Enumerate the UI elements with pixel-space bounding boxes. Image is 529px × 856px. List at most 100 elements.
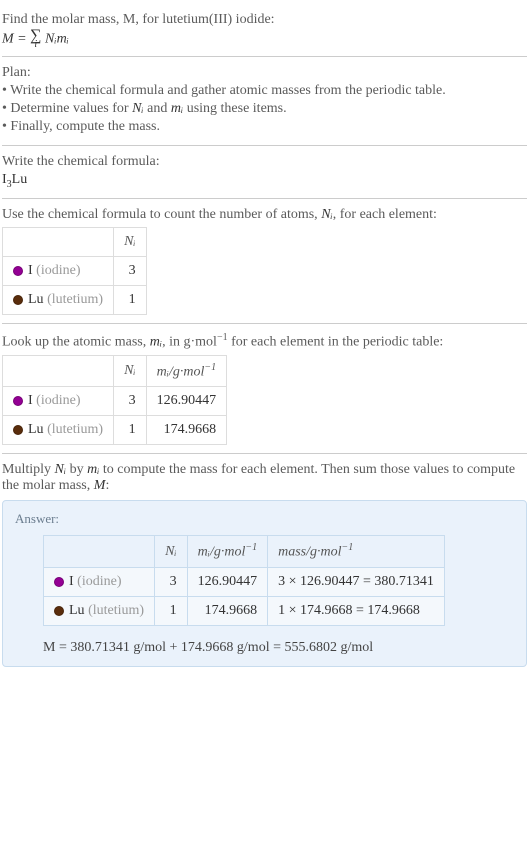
plan-b2-mi: mᵢ xyxy=(171,101,183,116)
write-formula-section: Write the chemical formula: I3Lu xyxy=(2,146,527,199)
plan-b2-pre: • Determine values for xyxy=(2,101,132,116)
ca-pre: Use the chemical formula to count the nu… xyxy=(2,207,321,222)
table-row: Lu (lutetium) 1 174.9668 xyxy=(3,416,227,445)
am-var: mᵢ xyxy=(150,335,162,350)
am-mid: , in g·mol xyxy=(162,335,217,350)
plan-bullet1: • Write the chemical formula and gather … xyxy=(2,83,527,99)
intro-section: Find the molar mass, M, for lutetium(III… xyxy=(2,4,527,57)
el-sym: I xyxy=(28,263,33,278)
table-row: I (iodine) 3 126.90447 xyxy=(3,387,227,416)
ni-header: Nᵢ xyxy=(155,536,188,568)
ni-cell: 3 xyxy=(114,257,147,286)
ca-var: Nᵢ xyxy=(321,207,333,222)
mt-pre: Multiply xyxy=(2,462,55,477)
iodine-dot-icon xyxy=(54,577,64,587)
mass-pre: mass/g·mol xyxy=(278,545,341,560)
atomic-mass-title: Look up the atomic mass, mᵢ, in g·mol−1 … xyxy=(2,332,527,351)
cf-post: Lu xyxy=(12,172,28,187)
el-name: (lutetium) xyxy=(47,292,103,307)
atomic-mass-table: Nᵢ mᵢ/g·mol−1 I (iodine) 3 126.90447 Lu … xyxy=(2,355,227,446)
ni-cell: 3 xyxy=(155,567,188,596)
mi-cell: 174.9668 xyxy=(146,416,227,445)
ni-header: Nᵢ xyxy=(114,228,147,257)
final-answer: M = 380.71341 g/mol + 174.9668 g/mol = 5… xyxy=(43,640,514,656)
lutetium-dot-icon xyxy=(54,606,64,616)
plan-bullet2: • Determine values for Nᵢ and mᵢ using t… xyxy=(2,101,527,117)
plan-b2-mid: and xyxy=(144,101,171,116)
intro-formula: M = ∑i Nᵢmᵢ xyxy=(2,30,527,48)
el-name: (iodine) xyxy=(36,263,80,278)
empty-header xyxy=(3,228,114,257)
el-sym: Lu xyxy=(28,422,44,437)
mi-header: mᵢ/g·mol−1 xyxy=(146,355,227,387)
multiply-section: Multiply Nᵢ by mᵢ to compute the mass fo… xyxy=(2,454,527,675)
count-atoms-section: Use the chemical formula to count the nu… xyxy=(2,199,527,324)
answer-inner: Nᵢ mᵢ/g·mol −1 mass/g·mol−1 I (iodine) 3 … xyxy=(15,535,514,656)
sigma-icon: ∑i xyxy=(30,30,41,48)
mt-mi: mᵢ xyxy=(87,462,99,477)
el-name: (iodine) xyxy=(36,393,80,408)
iodine-dot-icon xyxy=(13,396,23,406)
multiply-title: Multiply Nᵢ by mᵢ to compute the mass fo… xyxy=(2,462,527,494)
ni-header: Nᵢ xyxy=(114,355,147,387)
empty-header xyxy=(44,536,155,568)
mi-cell: 126.90447 xyxy=(146,387,227,416)
ni-cell: 1 xyxy=(114,416,147,445)
mi-cell: 174.9668 xyxy=(187,596,268,625)
table-header-row: Nᵢ mᵢ/g·mol −1 mass/g·mol−1 xyxy=(44,536,445,568)
am-exp: −1 xyxy=(217,332,228,343)
element-cell: I (iodine) xyxy=(3,387,114,416)
element-cell: Lu (lutetium) xyxy=(3,286,114,315)
element-cell: Lu (lutetium) xyxy=(3,416,114,445)
plan-bullet3: • Finally, compute the mass. xyxy=(2,119,527,135)
lutetium-dot-icon xyxy=(13,425,23,435)
write-formula-title: Write the chemical formula: xyxy=(2,154,527,170)
count-atoms-title: Use the chemical formula to count the nu… xyxy=(2,207,527,223)
mass-header: mass/g·mol−1 xyxy=(268,536,445,568)
mt-post: : xyxy=(105,478,109,493)
mass-cell: 1 × 174.9668 = 174.9668 xyxy=(268,596,445,625)
table-header-row: Nᵢ xyxy=(3,228,147,257)
lutetium-dot-icon xyxy=(13,295,23,305)
formula-rhs: Nᵢmᵢ xyxy=(42,31,69,46)
el-sym: I xyxy=(28,393,33,408)
am-post: for each element in the periodic table: xyxy=(228,335,444,350)
ni-cell: 1 xyxy=(114,286,147,315)
mi-pre: mᵢ/g·mol xyxy=(198,545,246,560)
ni-cell: 1 xyxy=(155,596,188,625)
answer-label: Answer: xyxy=(15,511,514,527)
empty-header xyxy=(3,355,114,387)
el-sym: Lu xyxy=(28,292,44,307)
table-row: Lu (lutetium) 1 174.9668 1 × 174.9668 = … xyxy=(44,596,445,625)
el-name: (iodine) xyxy=(77,574,121,589)
chemical-formula: I3Lu xyxy=(2,172,527,190)
mt-m: M xyxy=(94,478,106,493)
formula-lhs: M = xyxy=(2,31,30,46)
el-sym: I xyxy=(69,574,74,589)
am-pre: Look up the atomic mass, xyxy=(2,335,150,350)
mass-cell: 3 × 126.90447 = 380.71341 xyxy=(268,567,445,596)
mt-by: by xyxy=(66,462,87,477)
mi-exp: −1 xyxy=(204,362,216,373)
iodine-dot-icon xyxy=(13,266,23,276)
element-cell: I (iodine) xyxy=(44,567,155,596)
element-cell: Lu (lutetium) xyxy=(44,596,155,625)
count-atoms-table: Nᵢ I (iodine) 3 Lu (lutetium) 1 xyxy=(2,227,147,315)
el-name: (lutetium) xyxy=(88,603,144,618)
mi-cell: 126.90447 xyxy=(187,567,268,596)
plan-section: Plan: • Write the chemical formula and g… xyxy=(2,57,527,146)
table-row: Lu (lutetium) 1 xyxy=(3,286,147,315)
ni-cell: 3 xyxy=(114,387,147,416)
mt-ni: Nᵢ xyxy=(55,462,67,477)
mass-exp: −1 xyxy=(342,542,354,553)
answer-box: Answer: Nᵢ mᵢ/g·mol −1 mass/g·mol−1 I (io… xyxy=(2,500,527,667)
element-cell: I (iodine) xyxy=(3,257,114,286)
table-header-row: Nᵢ mᵢ/g·mol−1 xyxy=(3,355,227,387)
plan-b2-post: using these items. xyxy=(183,101,286,116)
plan-b2-ni: Nᵢ xyxy=(132,101,144,116)
table-row: I (iodine) 3 126.90447 3 × 126.90447 = 3… xyxy=(44,567,445,596)
answer-table: Nᵢ mᵢ/g·mol −1 mass/g·mol−1 I (iodine) 3 … xyxy=(43,535,445,626)
ca-post: , for each element: xyxy=(333,207,437,222)
table-row: I (iodine) 3 xyxy=(3,257,147,286)
intro-line1: Find the molar mass, M, for lutetium(III… xyxy=(2,12,527,28)
